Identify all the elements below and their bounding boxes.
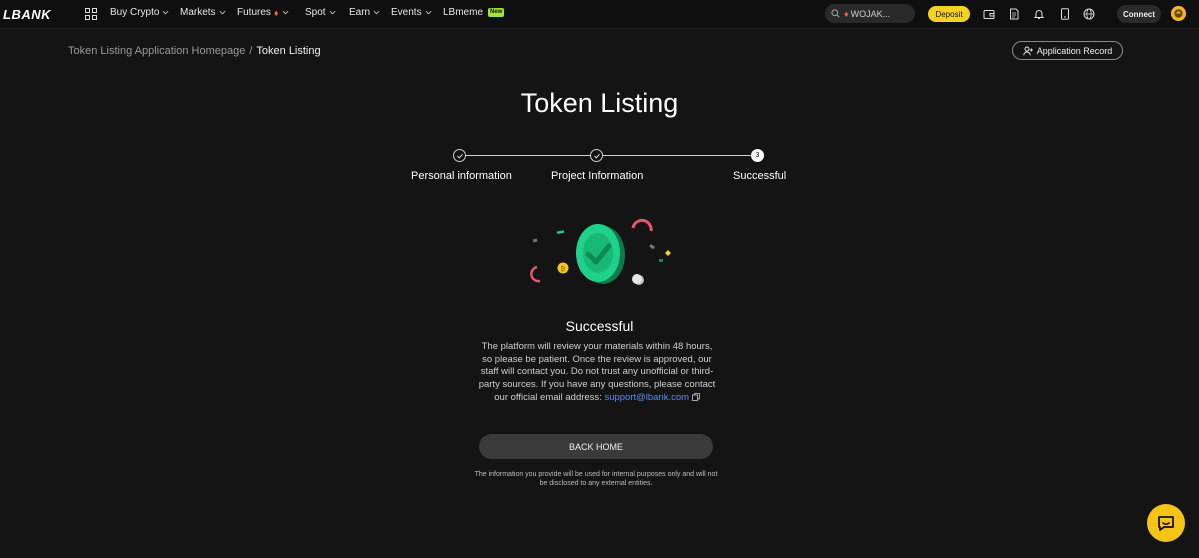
application-record-label: Application Record xyxy=(1036,45,1113,56)
page-title: Token Listing xyxy=(520,88,679,118)
connect-button[interactable]: Connect xyxy=(1117,5,1161,23)
deposit-button[interactable]: Deposit xyxy=(928,6,970,22)
nav-item-label: Futures xyxy=(237,7,271,18)
support-email-link[interactable]: support@lbank.com xyxy=(604,392,689,403)
chevron-down-icon xyxy=(373,10,380,15)
breadcrumb-separator: / xyxy=(249,45,253,57)
breadcrumb-current: Token Listing xyxy=(256,45,321,57)
breadcrumb: Token Listing Application Homepage / Tok… xyxy=(68,45,321,57)
step-1-check-icon xyxy=(453,149,466,162)
nav-markets[interactable]: Markets xyxy=(180,7,226,18)
application-record-button[interactable]: Application Record xyxy=(1012,41,1123,60)
apps-icon[interactable] xyxy=(85,8,97,20)
step-2-label: Project Information xyxy=(551,170,644,182)
bell-icon[interactable] xyxy=(1033,8,1045,20)
globe-icon[interactable] xyxy=(1083,8,1095,20)
nav-spot[interactable]: Spot xyxy=(305,7,336,18)
avatar[interactable] xyxy=(1171,6,1186,21)
nav-futures[interactable]: Futures ♦ xyxy=(237,7,289,18)
chevron-down-icon xyxy=(425,10,432,15)
nav-item-label: Spot xyxy=(305,7,326,18)
nav-earn[interactable]: Earn xyxy=(349,7,380,18)
result-description: The platform will review your materials … xyxy=(477,341,717,405)
stepper-connector xyxy=(466,155,590,156)
top-nav: LBANK Buy Crypto Markets Futures ♦ Spot … xyxy=(0,0,1199,29)
nav-item-label: LBmeme xyxy=(443,7,484,18)
back-home-button[interactable]: BACK HOME xyxy=(479,434,713,459)
step-3-label: Successful xyxy=(733,170,787,182)
step-3-number: 3 xyxy=(751,149,764,162)
download-icon[interactable] xyxy=(1059,8,1071,20)
result-title: Successful xyxy=(565,318,634,334)
nav-buy-crypto[interactable]: Buy Crypto xyxy=(110,7,169,18)
copy-icon[interactable] xyxy=(691,392,700,401)
search-icon xyxy=(831,9,840,18)
nav-item-label: Events xyxy=(391,7,422,18)
support-chat-button[interactable] xyxy=(1147,504,1185,542)
add-user-icon xyxy=(1023,46,1033,55)
stepper-connector xyxy=(603,155,751,156)
avatar-icon xyxy=(1171,6,1186,21)
nav-events[interactable]: Events xyxy=(391,7,432,18)
success-coin-illustration: ₿ xyxy=(530,218,671,285)
chat-icon xyxy=(1158,516,1174,531)
nav-item-label: Earn xyxy=(349,7,371,18)
nav-lbmeme[interactable]: LBmeme New xyxy=(443,7,505,18)
wallet-icon[interactable] xyxy=(983,8,995,20)
nav-item-label: Buy Crypto xyxy=(110,7,160,18)
new-badge: New xyxy=(488,8,505,17)
breadcrumb-parent-link[interactable]: Token Listing Application Homepage xyxy=(68,45,245,57)
orders-icon[interactable] xyxy=(1008,8,1020,20)
search-value: WOJAK... xyxy=(850,8,891,19)
privacy-disclaimer: The information you provide will be used… xyxy=(474,471,718,487)
lbank-logo[interactable]: LBANK xyxy=(3,7,51,22)
chevron-down-icon xyxy=(163,10,169,15)
search-input[interactable]: ♦ WOJAK... xyxy=(825,4,915,23)
chevron-down-icon xyxy=(219,10,225,15)
step-2-check-icon xyxy=(590,149,603,162)
fire-icon: ♦ xyxy=(844,8,849,19)
step-1-label: Personal information xyxy=(411,170,512,182)
chevron-down-icon xyxy=(282,10,288,15)
nav-item-label: Markets xyxy=(180,7,216,18)
fire-icon: ♦ xyxy=(273,7,279,18)
svg-text:₿: ₿ xyxy=(561,266,566,273)
chevron-down-icon xyxy=(329,10,336,15)
